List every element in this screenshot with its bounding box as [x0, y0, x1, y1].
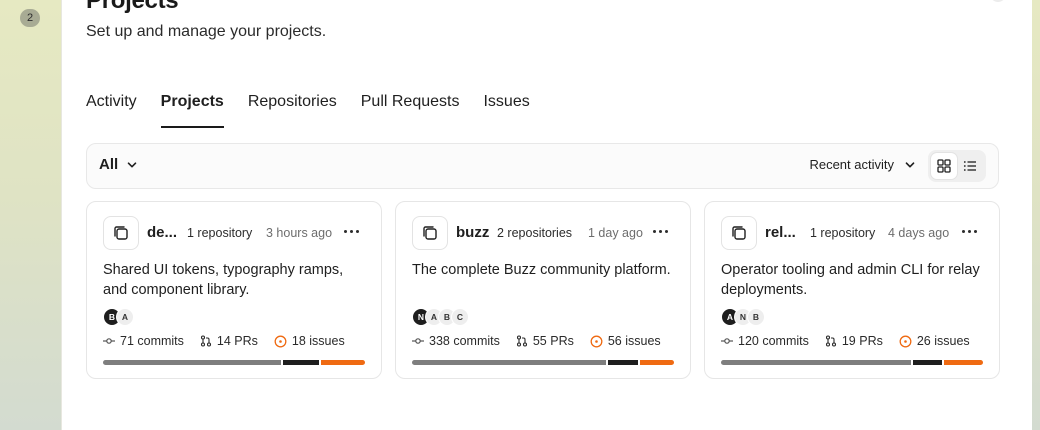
- pull-request-icon: [200, 335, 211, 347]
- page-title: Projects: [86, 0, 179, 14]
- filter-label: All: [99, 156, 119, 173]
- project-toolbar: All Recent activity: [86, 143, 999, 189]
- list-view-button[interactable]: [957, 153, 983, 179]
- tab-bar: Activity Projects Repositories Pull Requ…: [86, 92, 554, 128]
- prs-stat: 14 PRs: [200, 334, 258, 348]
- issues-segment: [321, 360, 365, 365]
- commits-count: 71 commits: [120, 334, 184, 348]
- member-avatars: B A: [103, 308, 134, 326]
- commits-segment: [412, 360, 606, 365]
- last-updated: 4 days ago: [888, 226, 950, 240]
- project-card-grid: de... 1 repository 3 hours ago Shared UI…: [86, 201, 1000, 379]
- panel-corner-control[interactable]: [990, 0, 1006, 2]
- commits-stat: 120 commits: [721, 334, 809, 348]
- list-icon: [963, 161, 976, 171]
- commits-stat: 338 commits: [412, 334, 500, 348]
- project-description: The complete Buzz community platform.: [412, 262, 671, 278]
- issues-segment: [640, 360, 674, 365]
- copy-stack-icon: [114, 226, 128, 240]
- commits-segment: [721, 360, 911, 365]
- project-stats: 338 commits 55 PRs 56 issues: [412, 334, 677, 348]
- prs-segment: [912, 360, 943, 365]
- last-updated: 3 hours ago: [266, 226, 333, 240]
- notification-badge[interactable]: 2: [20, 9, 40, 27]
- commit-icon: [103, 338, 115, 344]
- copy-stack-icon: [423, 226, 437, 240]
- tab-repositories[interactable]: Repositories: [248, 92, 337, 128]
- project-card[interactable]: buzz 2 repositories 1 day ago The comple…: [395, 201, 691, 379]
- project-description: Operator tooling and admin CLI for relay…: [721, 262, 980, 298]
- member-avatars: A N B: [721, 308, 765, 326]
- issues-stat: 18 issues: [274, 334, 345, 348]
- project-icon: [412, 216, 448, 250]
- prs-count: 14 PRs: [216, 334, 258, 348]
- tab-pull-requests[interactable]: Pull Requests: [361, 92, 460, 128]
- prs-count: 55 PRs: [532, 334, 574, 348]
- prs-count: 19 PRs: [841, 334, 883, 348]
- commits-count: 338 commits: [429, 334, 500, 348]
- member-avatars: N A B C: [412, 308, 469, 326]
- last-updated: 1 day ago: [588, 226, 643, 240]
- more-options-button[interactable]: [653, 230, 668, 233]
- project-name[interactable]: rel...: [765, 224, 796, 241]
- activity-bar: [103, 360, 365, 365]
- commits-stat: 71 commits: [103, 334, 184, 348]
- left-rail: 2: [0, 0, 60, 430]
- repository-count: 1 repository: [187, 226, 253, 240]
- avatar: A: [116, 308, 134, 326]
- project-stats: 120 commits 19 PRs 26 issues: [721, 334, 986, 348]
- avatar: B: [747, 308, 765, 326]
- grid-icon: [937, 159, 951, 173]
- chevron-down-icon: [127, 161, 137, 167]
- project-card[interactable]: de... 1 repository 3 hours ago Shared UI…: [86, 201, 382, 379]
- more-options-button[interactable]: [962, 230, 977, 233]
- issue-icon: [899, 335, 912, 347]
- issues-count: 26 issues: [916, 334, 970, 348]
- project-stats: 71 commits 14 PRs 18 issues: [103, 334, 361, 348]
- tab-issues[interactable]: Issues: [483, 92, 529, 128]
- tab-projects[interactable]: Projects: [160, 92, 224, 128]
- commits-count: 120 commits: [738, 334, 809, 348]
- filter-dropdown[interactable]: All: [99, 156, 138, 173]
- issues-stat: 26 issues: [899, 334, 970, 348]
- repository-count: 1 repository: [810, 226, 876, 240]
- prs-stat: 19 PRs: [825, 334, 883, 348]
- sort-dropdown[interactable]: Recent activity: [809, 157, 916, 172]
- pull-request-icon: [516, 335, 527, 347]
- issues-count: 18 issues: [291, 334, 345, 348]
- project-name[interactable]: buzz: [456, 224, 489, 241]
- prs-segment: [607, 360, 639, 365]
- more-options-button[interactable]: [344, 230, 359, 233]
- prs-stat: 55 PRs: [516, 334, 574, 348]
- issues-stat: 56 issues: [590, 334, 661, 348]
- tab-activity[interactable]: Activity: [86, 92, 137, 128]
- issue-icon: [590, 335, 603, 347]
- project-icon: [103, 216, 139, 250]
- project-name[interactable]: de...: [147, 224, 177, 241]
- project-card[interactable]: rel... 1 repository 4 days ago Operator …: [704, 201, 1000, 379]
- activity-bar: [412, 360, 674, 365]
- view-toggle: [928, 150, 986, 182]
- chevron-down-icon: [905, 161, 915, 168]
- issues-count: 56 issues: [607, 334, 661, 348]
- pull-request-icon: [825, 335, 836, 347]
- copy-stack-icon: [732, 226, 746, 240]
- prs-segment: [283, 360, 320, 365]
- activity-bar: [721, 360, 983, 365]
- avatar: C: [451, 308, 469, 326]
- issue-icon: [274, 335, 287, 347]
- repository-count: 2 repositories: [497, 226, 573, 240]
- commit-icon: [412, 338, 424, 344]
- issues-segment: [944, 360, 983, 365]
- main-panel: Projects Set up and manage your projects…: [61, 0, 1032, 430]
- sort-label: Recent activity: [809, 157, 894, 172]
- project-icon: [721, 216, 757, 250]
- commits-segment: [103, 360, 282, 365]
- commit-icon: [721, 338, 733, 344]
- grid-view-button[interactable]: [931, 153, 957, 179]
- project-description: Shared UI tokens, typography ramps, and …: [103, 262, 344, 298]
- page-subtitle: Set up and manage your projects.: [86, 23, 327, 40]
